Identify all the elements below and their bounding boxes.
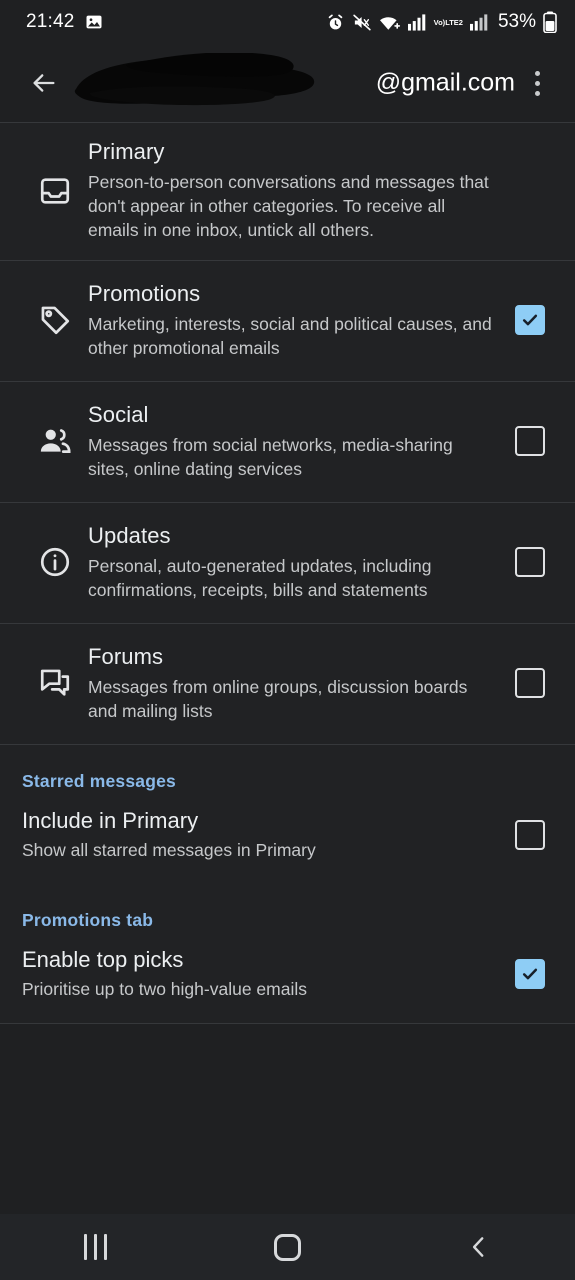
category-row-promotions[interactable]: Promotions Marketing, interests, social … — [0, 261, 575, 381]
category-description: Marketing, interests, social and politic… — [88, 313, 492, 358]
checkbox-slot-include-in-primary[interactable] — [507, 820, 553, 850]
status-bar-left: 21:42 — [26, 11, 103, 33]
category-row-social[interactable]: Social Messages from social networks, me… — [0, 382, 575, 502]
wifi-plus-icon — [379, 13, 401, 32]
image-icon — [85, 13, 103, 31]
info-circle-icon — [22, 545, 88, 579]
signal-bars-2-icon — [469, 13, 489, 31]
forum-icon — [22, 666, 88, 700]
category-title: Promotions — [88, 280, 201, 306]
category-title: Forums — [88, 643, 164, 669]
option-text-enable-top-picks: Enable top picks Prioritise up to two hi… — [22, 947, 507, 1001]
option-description: Show all starred messages in Primary — [22, 840, 316, 860]
checkbox-slot-forums[interactable] — [507, 668, 553, 698]
home-icon[interactable] — [232, 1214, 342, 1280]
checkbox-slot-social[interactable] — [507, 426, 553, 456]
category-title: Social — [88, 401, 149, 427]
status-clock: 21:42 — [26, 11, 75, 32]
category-text-updates: Updates Personal, auto-generated updates… — [88, 523, 507, 602]
checkbox-slot-primary — [507, 176, 553, 206]
option-row-include-in-primary[interactable]: Include in Primary Show all starred mess… — [0, 802, 575, 884]
recents-icon[interactable] — [41, 1214, 151, 1280]
checkbox-slot-promotions[interactable] — [507, 305, 553, 335]
category-row-forums[interactable]: Forums Messages from online groups, disc… — [0, 624, 575, 744]
checkbox-forums[interactable] — [515, 668, 545, 698]
category-text-promotions: Promotions Marketing, interests, social … — [88, 281, 507, 360]
battery-percent: 53% — [497, 11, 536, 32]
option-title: Enable top picks — [22, 947, 184, 972]
signal-bars-icon — [407, 13, 427, 31]
category-description: Messages from online groups, discussion … — [88, 676, 468, 721]
option-description: Prioritise up to two high-value emails — [22, 979, 307, 999]
redaction-mark — [74, 53, 315, 106]
category-text-primary: Primary Person-to-person conversations a… — [88, 139, 507, 242]
system-navigation-bar — [0, 1214, 575, 1280]
checkbox-promotions[interactable] — [515, 305, 545, 335]
checkbox-slot-enable-top-picks[interactable] — [507, 959, 553, 989]
category-row-updates[interactable]: Updates Personal, auto-generated updates… — [0, 503, 575, 623]
overflow-menu-icon[interactable] — [515, 61, 559, 105]
settings-list: Primary Person-to-person conversations a… — [0, 122, 575, 1174]
category-description: Personal, auto-generated updates, includ… — [88, 555, 432, 600]
battery-icon — [543, 11, 557, 33]
option-text-include-in-primary: Include in Primary Show all starred mess… — [22, 808, 507, 862]
volte-icon: Vo) LTE2 — [433, 17, 463, 27]
checkbox-include-in-primary[interactable] — [515, 820, 545, 850]
back-button[interactable] — [22, 61, 66, 105]
status-bar: 21:42 Vo) LTE2 53% — [0, 0, 575, 44]
category-title: Primary — [88, 139, 165, 164]
status-bar-right: Vo) LTE2 53% — [326, 11, 557, 33]
app-bar: @gmail.com — [0, 44, 575, 122]
option-title: Include in Primary — [22, 808, 199, 833]
option-row-enable-top-picks[interactable]: Enable top picks Prioritise up to two hi… — [0, 941, 575, 1023]
category-description: Messages from social networks, media-sha… — [88, 434, 453, 479]
mute-icon — [352, 13, 372, 32]
checkbox-updates[interactable] — [515, 547, 545, 577]
checkbox-enable-top-picks[interactable] — [515, 959, 545, 989]
account-email: @gmail.com — [375, 68, 515, 97]
account-title: @gmail.com — [66, 53, 515, 113]
inbox-icon — [22, 174, 88, 208]
category-text-social: Social Messages from social networks, me… — [88, 402, 507, 481]
category-description: Person-to-person conversations and messa… — [88, 172, 489, 240]
checkbox-slot-updates[interactable] — [507, 547, 553, 577]
checkbox-social[interactable] — [515, 426, 545, 456]
tag-icon — [22, 303, 88, 337]
section-header-promotions-tab: Promotions tab — [0, 884, 575, 941]
category-text-forums: Forums Messages from online groups, disc… — [88, 644, 507, 723]
category-row-primary[interactable]: Primary Person-to-person conversations a… — [0, 123, 575, 260]
section-header-starred-messages: Starred messages — [0, 745, 575, 802]
empty-area — [0, 1024, 575, 1174]
category-title: Updates — [88, 522, 171, 548]
people-icon — [22, 424, 88, 458]
nav-back-icon[interactable] — [424, 1214, 534, 1280]
alarm-icon — [326, 13, 345, 32]
